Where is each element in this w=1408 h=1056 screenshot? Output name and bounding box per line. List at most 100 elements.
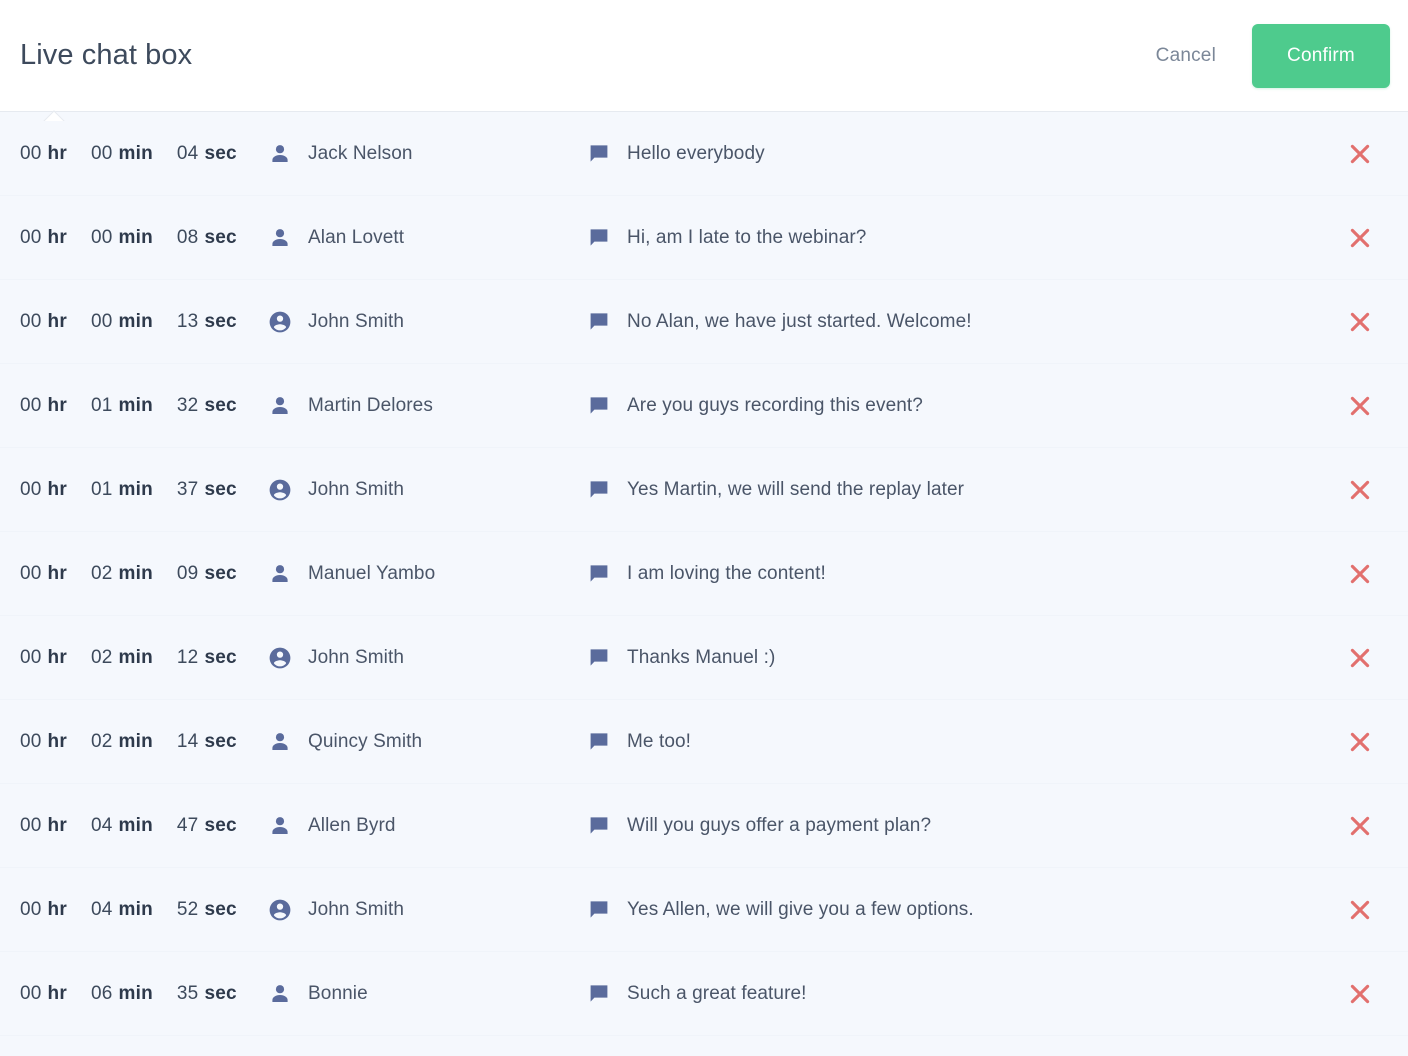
participant-cell: Alan Lovett bbox=[268, 226, 588, 250]
timestamp-minutes-value: 00 bbox=[90, 310, 113, 332]
timestamp-minutes: 02 min bbox=[91, 647, 153, 669]
person-icon bbox=[268, 730, 292, 754]
timestamp-minutes-value: 00 bbox=[90, 142, 113, 164]
delete-message-button[interactable] bbox=[1339, 889, 1381, 931]
timestamp-hours-unit: hr bbox=[47, 226, 67, 248]
delete-cell bbox=[1312, 469, 1408, 511]
message-cell: I am loving the content! bbox=[588, 563, 1312, 585]
timestamp-cell: 00 hr 02 min 14 sec bbox=[20, 731, 268, 753]
person-icon bbox=[268, 814, 292, 838]
timestamp-seconds: 09 sec bbox=[177, 563, 237, 585]
header-actions: Cancel Confirm bbox=[1142, 23, 1390, 88]
message-cell: Will you guys offer a payment plan? bbox=[588, 815, 1312, 837]
timestamp-hours: 00 hr bbox=[20, 143, 67, 165]
delete-message-button[interactable] bbox=[1339, 385, 1381, 427]
timestamp-seconds-value: 14 bbox=[176, 730, 199, 752]
timestamp-minutes: 02 min bbox=[91, 731, 153, 753]
delete-message-button[interactable] bbox=[1339, 469, 1381, 511]
participant-name: Bonnie bbox=[308, 982, 368, 1004]
message-text: Yes Allen, we will give you a few option… bbox=[627, 898, 974, 920]
timestamp-seconds: 32 sec bbox=[177, 395, 237, 417]
delete-cell bbox=[1312, 805, 1408, 847]
delete-message-button[interactable] bbox=[1339, 217, 1381, 259]
participant-cell: Jack Nelson bbox=[268, 142, 588, 166]
timestamp-minutes-unit: min bbox=[118, 646, 153, 668]
delete-cell bbox=[1312, 553, 1408, 595]
table-row: 00 hr 02 min 14 sec Quincy Smith Me too! bbox=[0, 700, 1408, 784]
delete-cell bbox=[1312, 973, 1408, 1015]
timestamp-minutes-value: 04 bbox=[90, 814, 113, 836]
person-icon bbox=[268, 142, 292, 166]
delete-cell bbox=[1312, 217, 1408, 259]
delete-message-button[interactable] bbox=[1339, 721, 1381, 763]
timestamp-cell: 00 hr 04 min 52 sec bbox=[20, 899, 268, 921]
timestamp-minutes: 06 min bbox=[91, 983, 153, 1005]
timestamp-hours-value: 00 bbox=[20, 562, 42, 584]
participant-name: Martin Delores bbox=[308, 394, 433, 416]
participant-cell: John Smith bbox=[268, 898, 588, 922]
timestamp-minutes-unit: min bbox=[118, 730, 153, 752]
close-x-icon bbox=[1347, 141, 1373, 167]
close-x-icon bbox=[1347, 309, 1373, 335]
confirm-button[interactable]: Confirm bbox=[1252, 23, 1390, 88]
live-chat-box-panel: Live chat box Cancel Confirm 00 hr 00 min 04… bbox=[0, 0, 1408, 1056]
message-cell: Yes Allen, we will give you a few option… bbox=[588, 899, 1312, 921]
timestamp-cell: 00 hr 02 min 09 sec bbox=[20, 563, 268, 585]
delete-message-button[interactable] bbox=[1339, 637, 1381, 679]
timestamp-seconds: 13 sec bbox=[177, 311, 237, 333]
participant-name: John Smith bbox=[308, 898, 405, 920]
timestamp-minutes-unit: min bbox=[118, 982, 153, 1004]
person-icon bbox=[268, 982, 292, 1006]
timestamp-hours-unit: hr bbox=[47, 730, 67, 752]
timestamp-hours-unit: hr bbox=[47, 394, 67, 416]
cancel-button[interactable]: Cancel bbox=[1142, 35, 1230, 77]
timestamp-seconds-unit: sec bbox=[204, 898, 237, 920]
table-row: 00 hr 02 min 09 sec Manuel Yambo I am loving th… bbox=[0, 532, 1408, 616]
timestamp-seconds-value: 37 bbox=[176, 478, 199, 500]
timestamp-seconds: 08 sec bbox=[177, 227, 237, 249]
timestamp-hours: 00 hr bbox=[20, 647, 67, 669]
delete-message-button[interactable] bbox=[1339, 805, 1381, 847]
timestamp-hours-value: 00 bbox=[20, 310, 42, 332]
timestamp-seconds-value: 09 bbox=[176, 562, 199, 584]
chat-bubble-icon bbox=[588, 983, 610, 1005]
participant-cell: Martin Delores bbox=[268, 394, 588, 418]
message-text: Hello everybody bbox=[627, 142, 765, 164]
close-x-icon bbox=[1347, 561, 1373, 587]
timestamp-hours: 00 hr bbox=[20, 731, 67, 753]
table-row: 00 hr 06 min 35 sec Bonnie Such a great feature… bbox=[0, 952, 1408, 1036]
message-cell: Hello everybody bbox=[588, 143, 1312, 165]
timestamp-minutes-unit: min bbox=[118, 814, 153, 836]
timestamp-hours: 00 hr bbox=[20, 395, 67, 417]
timestamp-minutes-value: 01 bbox=[90, 478, 113, 500]
timestamp-hours-value: 00 bbox=[20, 898, 42, 920]
timestamp-minutes: 01 min bbox=[91, 479, 153, 501]
table-row: 00 hr 01 min 37 sec John Smith Yes Martin, we w… bbox=[0, 448, 1408, 532]
chat-bubble-icon bbox=[588, 815, 610, 837]
timestamp-minutes-unit: min bbox=[118, 310, 153, 332]
timestamp-minutes: 04 min bbox=[91, 815, 153, 837]
delete-message-button[interactable] bbox=[1339, 553, 1381, 595]
table-row: 00 hr 01 min 32 sec Martin Delores Are you guys… bbox=[0, 364, 1408, 448]
timestamp-minutes-unit: min bbox=[118, 226, 153, 248]
participant-name: Manuel Yambo bbox=[308, 562, 436, 584]
person-icon bbox=[268, 394, 292, 418]
timestamp-minutes: 00 min bbox=[91, 143, 153, 165]
delete-message-button[interactable] bbox=[1339, 133, 1381, 175]
timestamp-hours: 00 hr bbox=[20, 815, 67, 837]
delete-cell bbox=[1312, 385, 1408, 427]
chat-bubble-icon bbox=[588, 731, 610, 753]
delete-cell bbox=[1312, 889, 1408, 931]
timestamp-hours-value: 00 bbox=[20, 226, 42, 248]
timestamp-hours-unit: hr bbox=[47, 142, 67, 164]
chat-bubble-icon bbox=[588, 311, 610, 333]
delete-message-button[interactable] bbox=[1339, 973, 1381, 1015]
timestamp-seconds-unit: sec bbox=[204, 730, 237, 752]
participant-name: Jack Nelson bbox=[308, 142, 413, 164]
timestamp-seconds: 12 sec bbox=[177, 647, 237, 669]
delete-cell bbox=[1312, 301, 1408, 343]
timestamp-minutes-value: 02 bbox=[90, 730, 113, 752]
message-text: Hi, am I late to the webinar? bbox=[627, 226, 867, 248]
table-row: 00 hr 00 min 08 sec Alan Lovett Hi, am I late t… bbox=[0, 196, 1408, 280]
delete-message-button[interactable] bbox=[1339, 301, 1381, 343]
